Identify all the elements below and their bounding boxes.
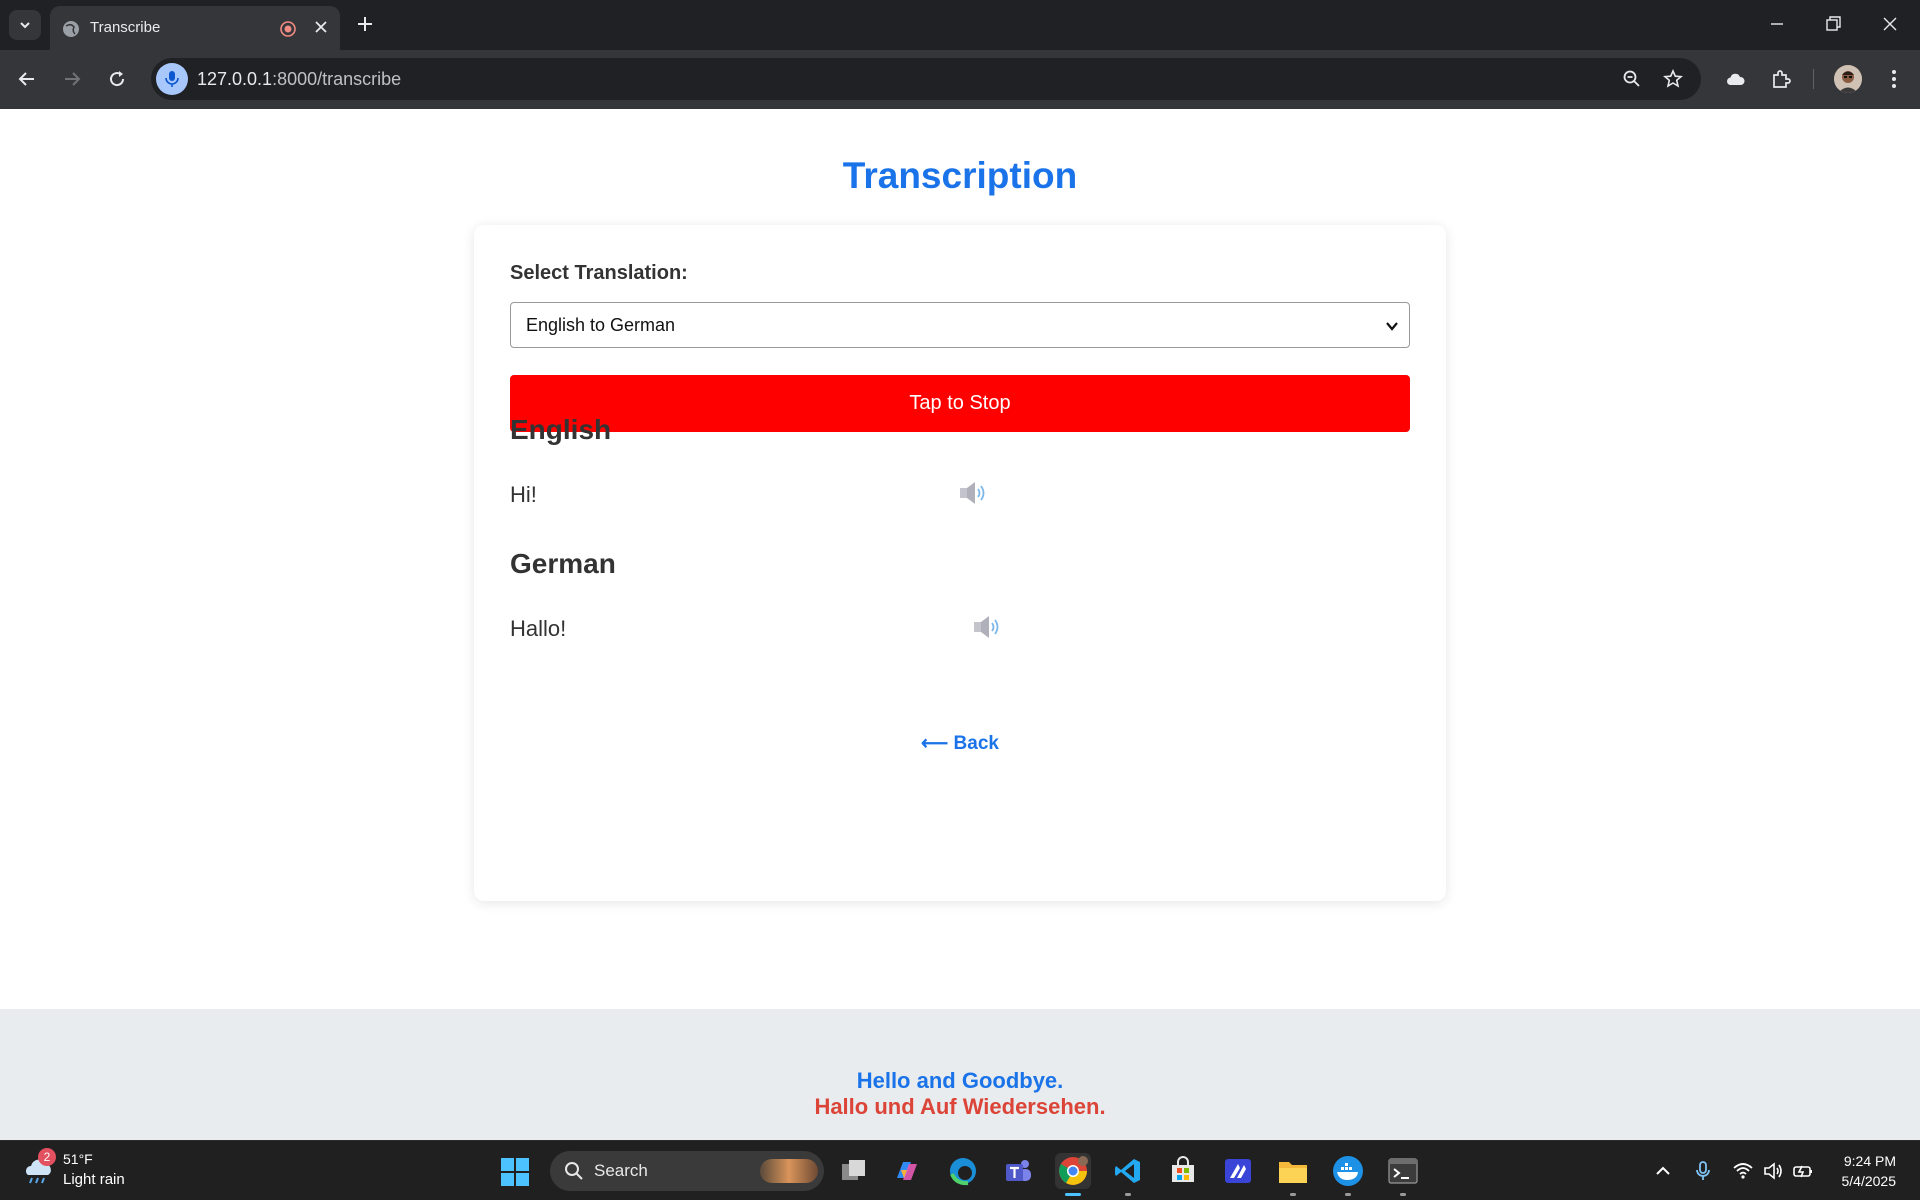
clock-date: 5/4/2025 [1841,1173,1897,1189]
windows-taskbar: 2 51°F Light rain Search 9:24 PM 5/4/202… [0,1140,1920,1200]
show-hidden-icons-chevron-icon[interactable] [1652,1160,1674,1182]
power-automate-icon[interactable] [1220,1153,1256,1189]
tap-to-stop-button[interactable]: Tap to Stop [510,375,1410,432]
microphone-in-use-icon[interactable] [1692,1160,1714,1182]
address-bar[interactable]: 127.0.0.1:8000/transcribe [151,58,1701,100]
zoom-icon[interactable] [1622,69,1642,89]
restore-icon[interactable] [1823,14,1843,34]
toolbar-divider [1813,69,1814,89]
target-language-heading: German [510,548,616,579]
profile-avatar[interactable] [1834,65,1862,93]
microphone-icon[interactable] [156,63,188,95]
tab-search-button[interactable] [9,10,41,40]
extensions-puzzle-icon[interactable] [1770,68,1792,90]
chevron-down-icon [20,22,30,29]
transcription-card: Select Translation: English to German Ta… [474,225,1446,901]
cloud-extension-icon[interactable] [1724,68,1746,90]
reload-icon[interactable] [106,68,128,90]
search-placeholder: Search [594,1161,648,1180]
taskbar-search[interactable]: Search [550,1151,824,1191]
search-highlight-image [760,1159,818,1183]
copilot-icon[interactable] [889,1153,925,1189]
wifi-icon[interactable] [1732,1160,1754,1182]
weather-badge: 2 [38,1148,56,1166]
active-indicator [1065,1193,1081,1196]
bookmark-star-icon[interactable] [1663,69,1683,89]
running-indicator [1290,1193,1296,1196]
speaker-icon[interactable] [972,614,1002,640]
source-transcript-text: Hi! [510,482,537,507]
page-content: Transcription Select Translation: Englis… [0,109,1920,1140]
page-footer: Hello and Goodbye. Hallo und Auf Wieders… [0,1009,1920,1140]
url-text[interactable]: 127.0.0.1:8000/transcribe [197,69,401,90]
chevron-down-icon [1386,322,1398,331]
volume-icon[interactable] [1762,1160,1784,1182]
source-language-heading: English [510,414,612,445]
running-indicator [1125,1193,1131,1196]
back-link[interactable]: ⟵ Back [474,732,1446,755]
target-transcript-text: Hallo! [510,616,567,641]
speaker-icon[interactable] [958,480,988,506]
windows-start-icon[interactable] [500,1157,530,1187]
system-clock[interactable]: 9:24 PM 5/4/2025 [1820,1151,1897,1191]
browser-tab-bar: Transcribe [0,0,1920,50]
docker-icon[interactable] [1330,1153,1366,1189]
terminal-icon[interactable] [1385,1153,1421,1189]
globe-icon [63,21,79,37]
select-translation-label: Select Translation: [510,262,688,284]
task-view-icon[interactable] [836,1153,872,1189]
running-indicator [1345,1193,1351,1196]
teams-icon[interactable] [1000,1153,1036,1189]
minimize-icon[interactable] [1767,14,1787,34]
running-indicator [1400,1193,1406,1196]
back-arrow-icon[interactable] [16,68,38,90]
translation-select-value: English to German [526,315,676,335]
microsoft-store-icon[interactable] [1165,1153,1201,1189]
chrome-icon[interactable] [1055,1153,1091,1189]
tab-title: Transcribe [90,19,161,36]
weather-temperature[interactable]: 51°F [63,1151,93,1167]
forward-arrow-icon[interactable] [61,68,83,90]
tab-transcribe[interactable]: Transcribe [50,6,340,50]
page-title: Transcription [842,155,1078,196]
close-tab-icon[interactable] [312,18,330,36]
search-icon [565,1162,583,1180]
battery-charging-icon[interactable] [1792,1160,1814,1182]
footer-english-line: Hello and Goodbye. [856,1068,1064,1093]
weather-condition[interactable]: Light rain [63,1171,125,1188]
browser-toolbar: 127.0.0.1:8000/transcribe [0,50,1920,109]
translation-select[interactable]: English to German [510,302,1410,348]
close-window-icon[interactable] [1880,14,1900,34]
vscode-icon[interactable] [1110,1153,1146,1189]
new-tab-icon[interactable] [355,14,375,34]
clock-time: 9:24 PM [1843,1153,1896,1169]
recording-icon [280,21,296,37]
file-explorer-icon[interactable] [1275,1153,1311,1189]
edge-icon[interactable] [945,1153,981,1189]
more-menu-icon[interactable] [1883,68,1905,90]
footer-german-line: Hallo und Auf Wiedersehen. [814,1094,1106,1119]
